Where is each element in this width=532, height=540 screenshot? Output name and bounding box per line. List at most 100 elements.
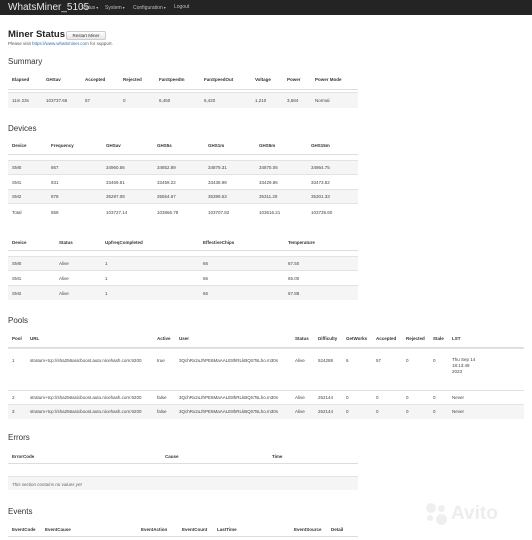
support-suffix: for support. [90, 41, 113, 46]
col-status: Status [295, 336, 309, 341]
nav-configuration-label[interactable]: Configuration [133, 5, 163, 11]
cell: 0 [433, 395, 436, 400]
col-active: Active [157, 336, 171, 341]
cell: 103739.60 [311, 210, 333, 215]
cell: SM2 [12, 291, 22, 296]
cell: 1 [105, 276, 108, 281]
col-eventsource: EventSource [294, 527, 322, 532]
cell: 57 [85, 98, 91, 103]
brand-title[interactable]: WhatsMiner_5105 [8, 1, 89, 14]
pool-url: stratum+tcp://sha256asicboost.auto.niceh… [30, 409, 142, 414]
col-elapsed: Elapsed [12, 77, 30, 82]
col-cause: Cause [165, 454, 179, 459]
col-difficulty: Difficulty [318, 336, 338, 341]
col-eventcode: EventCode [12, 527, 36, 532]
nav-system-label[interactable]: System [105, 5, 122, 11]
cell: 0 [433, 409, 436, 414]
cell: Alive [295, 395, 305, 400]
cell: 103727.14 [106, 210, 128, 215]
cell: 34879.31 [208, 165, 227, 170]
cell: 6 [346, 358, 349, 363]
empty-note: This section contains no values yet [12, 482, 82, 487]
cell: 33459.22 [157, 180, 176, 185]
table-row: 2 stratum+tcp://sha256asicboost.auto.nic… [8, 390, 524, 404]
cell: 33469.51 [106, 180, 125, 185]
table-row: Total 858 103727.14 103866.78 103707.82 … [8, 203, 358, 219]
events-title: Events [8, 507, 33, 516]
cell: 66 [203, 291, 209, 296]
pools-title: Pools [8, 316, 29, 325]
col-temperature: Temperature [288, 240, 315, 245]
cell: 11m 23s [12, 98, 29, 103]
cell: 0 [376, 409, 379, 414]
restart-miner-button[interactable]: Restart Miner [66, 31, 106, 40]
table-header: Pool URL Active User Status Difficulty G… [8, 331, 524, 348]
errors-title: Errors [8, 433, 30, 442]
table-header: Device Status UpfreqCompleted EffectiveC… [8, 236, 358, 251]
cell: Alive [295, 409, 305, 414]
device-status-table: Device Status UpfreqCompleted EffectiveC… [8, 236, 358, 302]
devices-title: Devices [8, 124, 37, 133]
col-pool: Pool [12, 336, 22, 341]
pool-lst: Never [452, 409, 465, 414]
table-header: EventCode EventCause EventAction EventCo… [8, 523, 358, 537]
cell: 103866.78 [157, 210, 179, 215]
chevron-down-icon: ▾ [96, 5, 99, 10]
col-ghsav: GHSav [106, 143, 121, 148]
cell: 0 [406, 409, 409, 414]
pool-url: stratum+tcp://sha256asicboost.auto.niceh… [30, 395, 142, 400]
col-accepted: Accepted [376, 336, 397, 341]
cell: 0 [433, 358, 436, 363]
nav-system[interactable]: System▾ [105, 3, 125, 13]
col-power: Power [287, 77, 301, 82]
cell: 524288 [318, 358, 334, 363]
cell: 33438.98 [208, 180, 227, 185]
nav-status[interactable]: Status▾ [81, 3, 98, 13]
cell: 867 [51, 165, 59, 170]
cell: 35301.33 [311, 194, 330, 199]
nav-logout[interactable]: Logout [174, 3, 189, 12]
pools-table: Pool URL Active User Status Difficulty G… [8, 331, 524, 419]
col-fanspeedout: FanSpeedOut [204, 77, 234, 82]
watermark-text: Avito [451, 503, 498, 525]
cell: SM0 [12, 261, 22, 266]
table-row: SM1 Alive 1 66 65.00 [8, 270, 358, 285]
cell: 34875.06 [259, 165, 278, 170]
cell: 0 [406, 395, 409, 400]
col-stale: Stale [433, 336, 444, 341]
support-link[interactable]: https://www.whatsminer.com [32, 41, 89, 46]
cell: 103616.21 [259, 210, 281, 215]
cell: 103737.66 [46, 98, 68, 103]
col-rejected: Rejected [123, 77, 142, 82]
nav-status-label[interactable]: Status [81, 5, 95, 11]
cell: 0 [346, 409, 349, 414]
cell: 65.00 [288, 276, 300, 281]
top-navbar: WhatsMiner_5105 Status▾ System▾ Configur… [0, 0, 532, 15]
cell: 35297.08 [106, 194, 125, 199]
cell: 831 [51, 180, 59, 185]
cell: 57 [376, 358, 382, 363]
avito-watermark: Avito [426, 503, 498, 525]
cell: 0 [406, 358, 409, 363]
support-text: Please visit https://www.whatsminer.com … [8, 41, 113, 47]
pool-user: 3QchRx2uJhPE6MaAALE8hRLkBQSTsLho.m30s [179, 395, 279, 400]
cell: 34960.56 [106, 165, 125, 170]
cell: Alive [59, 291, 69, 296]
col-effectivechips: EffectiveChips [203, 240, 235, 245]
table-row: 1 stratum+tcp://sha256asicboost.auto.nic… [8, 348, 524, 390]
cell: 33429.86 [259, 180, 278, 185]
cell: 0 [346, 395, 349, 400]
cell: 35389.53 [208, 194, 227, 199]
col-device: Device [12, 240, 27, 245]
col-ghsav: GHSav [46, 77, 61, 82]
col-frequency: Frequency [51, 143, 74, 148]
cell: SM2 [12, 194, 22, 199]
cell: 3 [12, 409, 15, 414]
col-voltage: Voltage [255, 77, 271, 82]
col-rejected: Rejected [406, 336, 425, 341]
nav-logout-label[interactable]: Logout [174, 4, 189, 10]
nav-configuration[interactable]: Configuration▾ [133, 3, 166, 13]
cell: 35311.29 [259, 194, 278, 199]
col-user: User [179, 336, 190, 341]
cell: 1,210 [255, 98, 267, 103]
